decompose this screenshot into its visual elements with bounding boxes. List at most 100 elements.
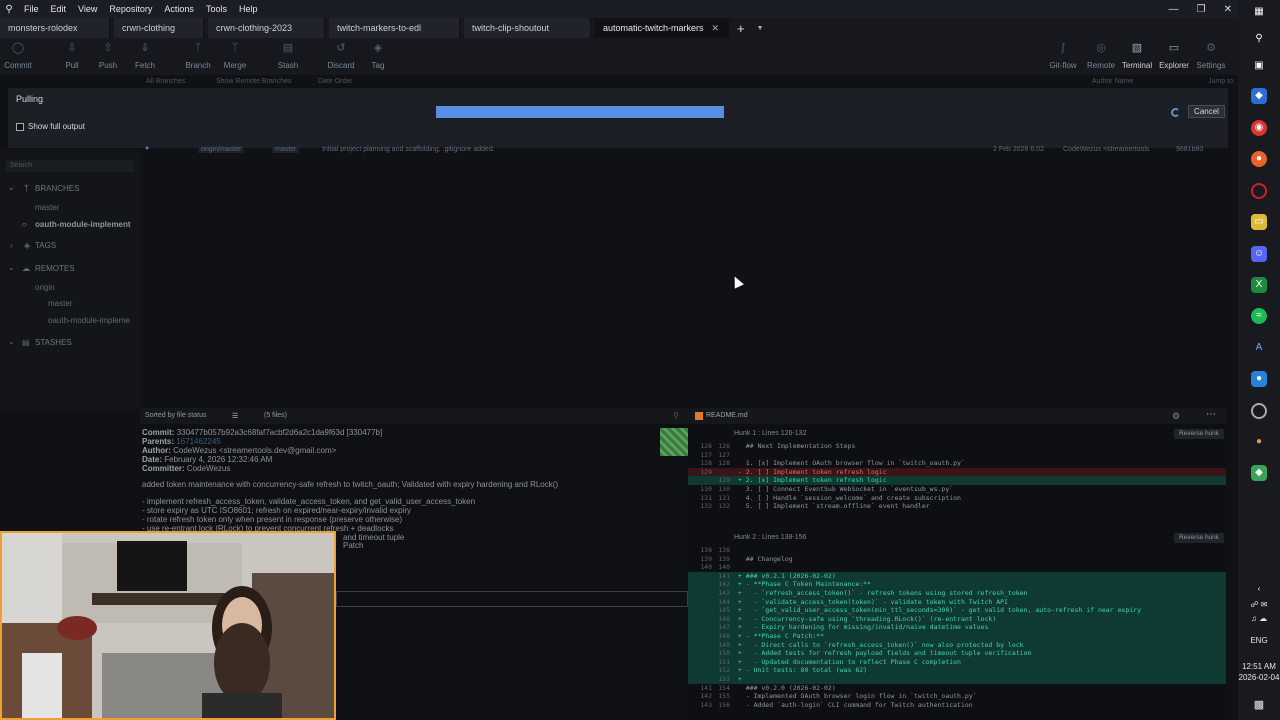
file-explorer-icon[interactable]: ▭ xyxy=(1251,214,1267,230)
menu-help[interactable]: Help xyxy=(233,4,264,14)
tag-button[interactable]: ◈ Tag xyxy=(358,41,398,70)
diff-line-added[interactable]: 141 + ### v0.2.1 (2026-02-02) xyxy=(688,571,1226,581)
tab-twitch-markers-to-edl[interactable]: twitch-markers-to-edl xyxy=(329,18,460,38)
branch-button[interactable]: ᛉ Branch xyxy=(178,41,218,70)
diff-line-added[interactable]: 146 + - Concurrency-safe using `threadin… xyxy=(688,614,1226,624)
minimize-icon[interactable]: — xyxy=(1169,4,1179,15)
diff-line-added[interactable]: 149 + - Direct calls to `refresh_access_… xyxy=(688,640,1226,650)
diff-line[interactable]: 142 155 - Implemented OAuth browser login… xyxy=(688,692,1226,701)
cancel-button[interactable]: Cancel xyxy=(1188,105,1225,118)
show-full-output-checkbox[interactable]: Show full output xyxy=(16,122,85,131)
diff-line-added[interactable]: 144 + - `validate_access_token(token)` -… xyxy=(688,597,1226,607)
menu-file[interactable]: File xyxy=(18,4,45,14)
tab-twitch-clip-shoutout[interactable]: twitch-clip-shoutout xyxy=(464,18,591,38)
sidebar-section-tags[interactable]: TAGS xyxy=(35,241,56,250)
discord-icon[interactable]: ☺ xyxy=(1251,246,1267,262)
checkbox-box[interactable] xyxy=(16,122,24,131)
chevron-down-icon[interactable]: ⌄ xyxy=(8,263,15,272)
stash-button[interactable]: ▤ Stash xyxy=(268,41,308,70)
diff-line-added[interactable]: 148 + - **Phase C Patch:** xyxy=(688,632,1226,641)
menu-edit[interactable]: Edit xyxy=(45,4,73,14)
network-icon[interactable]: ☍ ✉ xyxy=(1238,600,1280,609)
gear-icon[interactable]: ⚙ xyxy=(1172,411,1180,422)
diff-line[interactable]: 139 139 ## Changelog xyxy=(688,555,1226,564)
notification-icon[interactable]: ▩ xyxy=(1238,698,1280,711)
parents-link[interactable]: 1671462245 xyxy=(176,437,221,446)
sort-select[interactable]: Sorted by file status xyxy=(145,412,206,419)
sidebar-item-master[interactable]: master xyxy=(35,203,59,212)
windows-start-icon[interactable]: ▦ xyxy=(1251,4,1267,20)
language-indicator[interactable]: ENG xyxy=(1238,636,1280,645)
sidebar-search-input[interactable]: Search xyxy=(6,160,134,172)
pull-button[interactable]: ⇩ Pull xyxy=(52,41,92,70)
sourcetree-icon[interactable]: ◆ xyxy=(1251,465,1267,481)
volume-icon[interactable]: ♫ ☁ xyxy=(1238,614,1280,623)
diff-line[interactable]: 140 140 xyxy=(688,563,1226,572)
push-button[interactable]: ⇧ Push xyxy=(88,41,128,70)
discard-button[interactable]: ↺ Discard xyxy=(321,41,361,70)
firefox-icon[interactable]: ● xyxy=(1251,151,1267,167)
menu-tools[interactable]: Tools xyxy=(200,4,233,14)
tab-automatic-twitch-markers[interactable]: automatic-twitch-markers ✕ xyxy=(595,18,729,38)
commit-graph-row[interactable]: ● origin/master master Initial project p… xyxy=(140,145,1238,157)
search-icon[interactable]: ⚲ xyxy=(1251,31,1267,47)
diff-line-added[interactable]: 151 + - Updated documentation to reflect… xyxy=(688,657,1226,667)
chevron-right-icon[interactable]: › xyxy=(10,241,13,250)
git-flow-button[interactable]: ∫ Git-flow xyxy=(1043,41,1083,70)
diff-line[interactable]: 141 154 ### v0.2.0 (2026-02-02) xyxy=(688,684,1226,693)
spotify-icon[interactable]: ≈ xyxy=(1251,308,1267,324)
search-icon[interactable]: ⚲ xyxy=(673,411,679,420)
maximize-icon[interactable]: ❐ xyxy=(1197,4,1206,15)
diff-line[interactable]: 126 126 ## Next Implementation Steps xyxy=(688,442,1226,451)
diff-line-added[interactable]: 150 + - Added tests for refresh payload … xyxy=(688,649,1226,658)
obs-icon[interactable] xyxy=(1251,403,1267,419)
explorer-button[interactable]: ▭ Explorer xyxy=(1154,41,1194,70)
menu-actions[interactable]: Actions xyxy=(158,4,200,14)
tab-crwn-clothing-2023[interactable]: crwn-clothing-2023 xyxy=(208,18,325,38)
diff-line-added[interactable]: 129 + 2. [x] Implement token refresh log… xyxy=(688,476,1226,485)
terminal-button[interactable]: ▧ Terminal xyxy=(1117,41,1157,70)
tab-dropdown-icon[interactable]: ▼ xyxy=(757,25,764,32)
sidebar-section-remotes[interactable]: REMOTES xyxy=(35,264,75,273)
show-remote-checkbox[interactable]: Show Remote Branches xyxy=(216,78,291,85)
remote-button[interactable]: ◎ Remote xyxy=(1081,41,1121,70)
commit-value[interactable]: 330477b057b92a3c68faf7acbf2d6a2c1da9f63d… xyxy=(177,428,383,437)
diff-line[interactable]: 138 138 xyxy=(688,546,1226,555)
chrome-icon[interactable]: ◉ xyxy=(1251,120,1267,136)
diff-line-added[interactable]: 153 + xyxy=(688,675,1226,684)
diff-line-added[interactable]: 142 + - **Phase C Token Maintenance:** xyxy=(688,580,1226,589)
diff-line[interactable]: 132 132 5. [ ] Implement `stream.offline`… xyxy=(688,502,1226,511)
merge-button[interactable]: ᛉ Merge xyxy=(215,41,255,70)
settings-button[interactable]: ⚙ Settings xyxy=(1191,41,1231,70)
diff-line-added[interactable]: 152 + - Unit tests: 80 total (was 62) xyxy=(688,666,1226,675)
close-tab-icon[interactable]: ✕ xyxy=(712,23,720,34)
sidebar-section-stashes[interactable]: STASHES xyxy=(35,338,72,347)
list-view-icon[interactable]: ☰ xyxy=(232,412,238,420)
tab-monsters-rolodex[interactable]: monsters-rolodex xyxy=(0,18,110,38)
excel-icon[interactable]: X xyxy=(1251,277,1267,293)
fetch-button[interactable]: ⇓ Fetch xyxy=(125,41,165,70)
app-a-icon[interactable]: A xyxy=(1251,340,1267,356)
clock-date[interactable]: 2026-02-04 xyxy=(1238,673,1280,682)
sidebar-section-branches[interactable]: BRANCHES xyxy=(35,184,79,193)
diff-line-added[interactable]: 145 + - `get_valid_user_access_token(min… xyxy=(688,606,1226,615)
date-order-select[interactable]: Date Order xyxy=(318,78,353,85)
all-branches-select[interactable]: All Branches xyxy=(146,78,185,85)
chevron-down-icon[interactable]: ⌄ xyxy=(8,183,15,192)
tray-chevron-icon[interactable]: ‹ xyxy=(1238,584,1280,593)
sidebar-item-origin[interactable]: origin xyxy=(35,283,55,292)
diff-line-added[interactable]: 147 + - Expiry hardening for missing/inv… xyxy=(688,623,1226,632)
reverse-hunk-button[interactable]: Reverse hunk xyxy=(1174,533,1224,543)
sidebar-item-remote-master[interactable]: master xyxy=(48,299,72,308)
diff-line-removed[interactable]: 129 - 2. [ ] Implement token refresh log… xyxy=(688,467,1226,477)
diff-line-added[interactable]: 143 + - `refresh_access_token()` - refre… xyxy=(688,589,1226,598)
app-icon[interactable]: ● xyxy=(1251,434,1267,450)
sidebar-item-oauth[interactable]: oauth-module-implement xyxy=(35,220,131,229)
sidebar-item-remote-oauth[interactable]: oauth-module-impleme xyxy=(48,316,130,325)
diff-line[interactable]: 127 127 xyxy=(688,451,1226,460)
menu-view[interactable]: View xyxy=(72,4,103,14)
file-list-row[interactable] xyxy=(336,591,688,607)
diff-line[interactable]: 143 156 - Added `auth-login` CLI command … xyxy=(688,701,1226,710)
map-pin-icon[interactable]: ● xyxy=(1251,371,1267,387)
task-view-icon[interactable]: ▣ xyxy=(1251,58,1267,74)
